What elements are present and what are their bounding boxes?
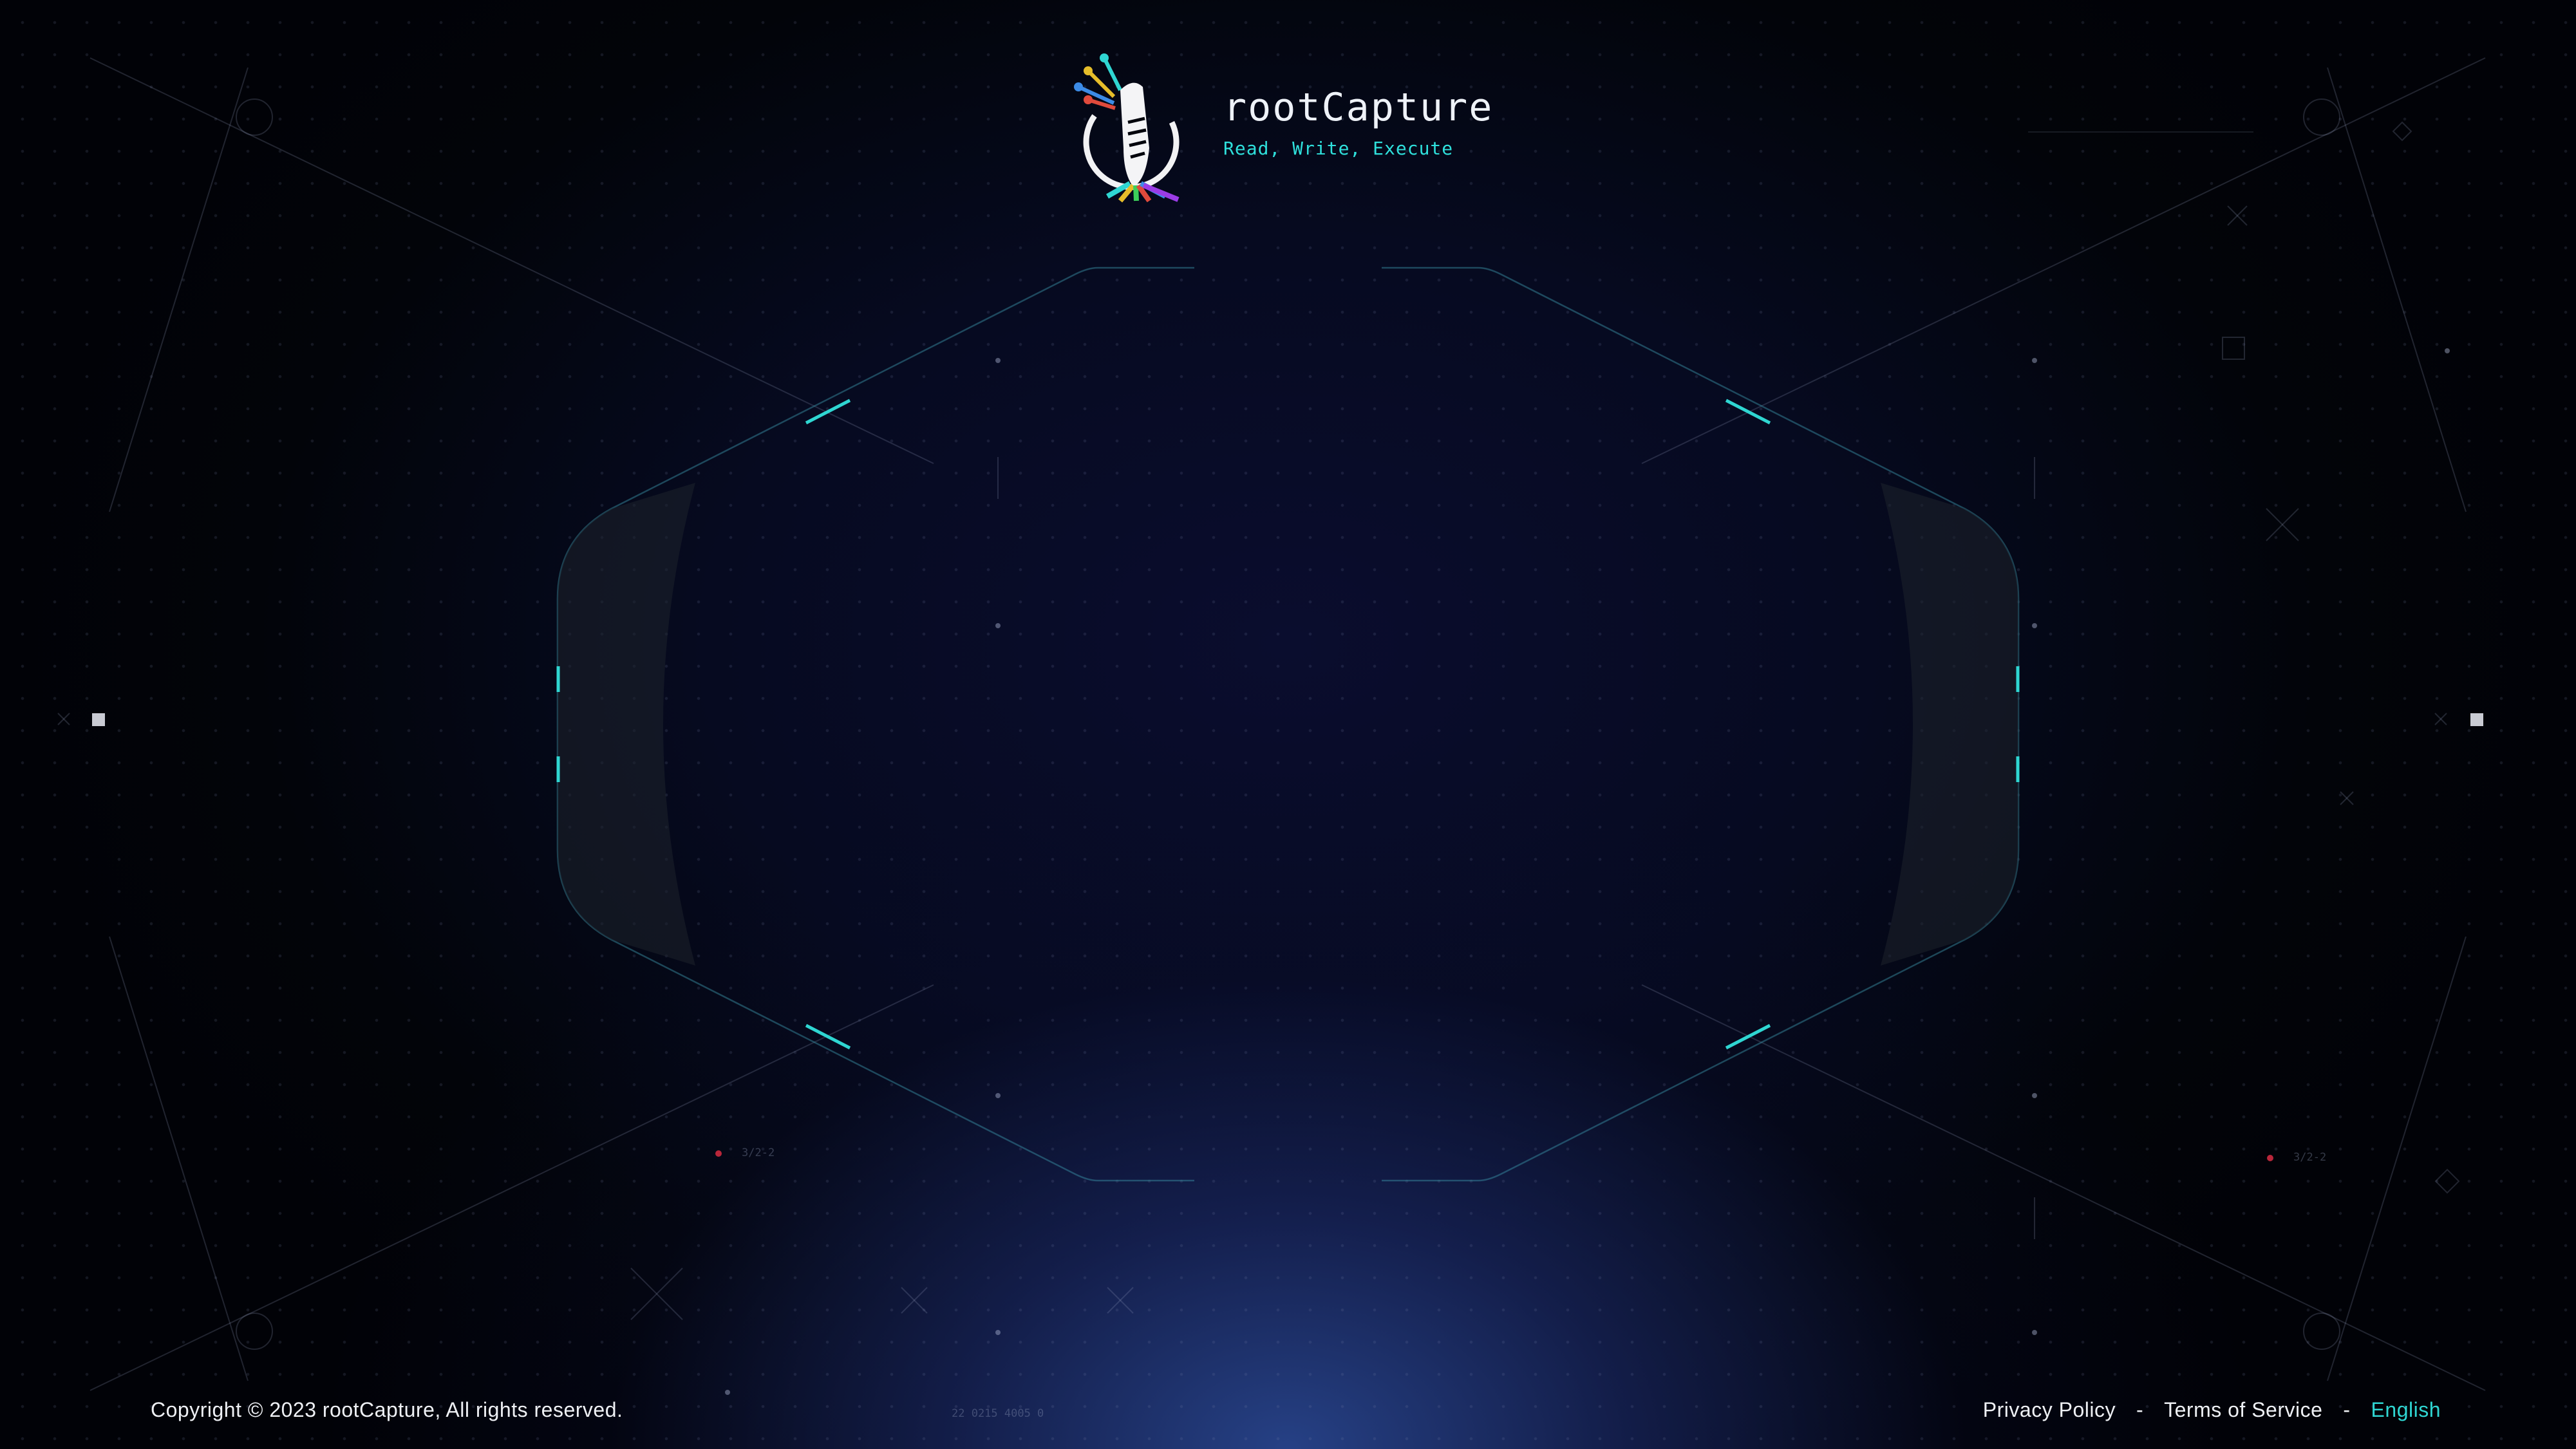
brand-tagline: Read, Write, Execute <box>1223 137 1454 159</box>
language-selector[interactable]: English <box>2371 1398 2441 1422</box>
footer-links: Privacy Policy - Terms of Service - Engl… <box>1983 1398 2441 1422</box>
privacy-policy-link[interactable]: Privacy Policy <box>1983 1398 2116 1422</box>
footer-separator: - <box>2343 1398 2351 1421</box>
footer-separator: - <box>2136 1398 2144 1421</box>
brand-name: rootCapture <box>1223 84 1494 130</box>
brand-text: rootCapture Read, Write, Execute <box>1223 86 1493 159</box>
hud-marker-label-left: 3/2-2 <box>742 1146 775 1159</box>
terms-of-service-link[interactable]: Terms of Service <box>2164 1398 2322 1422</box>
rootcapture-logo-icon <box>1074 53 1180 203</box>
hud-bottom-readout: 22 0215 4005 0 <box>952 1407 1044 1420</box>
brand-header[interactable]: rootCapture Read, Write, Execute <box>1069 51 1493 206</box>
landing-page: 3/2-2 3/2-2 22 0215 4005 0 rootCapture R… <box>0 0 2576 1449</box>
hud-decoration <box>57 57 2486 1395</box>
hud-marker-label-right: 3/2-2 <box>2293 1151 2327 1164</box>
copyright-text: Copyright © 2023 rootCapture, All rights… <box>151 1398 623 1421</box>
